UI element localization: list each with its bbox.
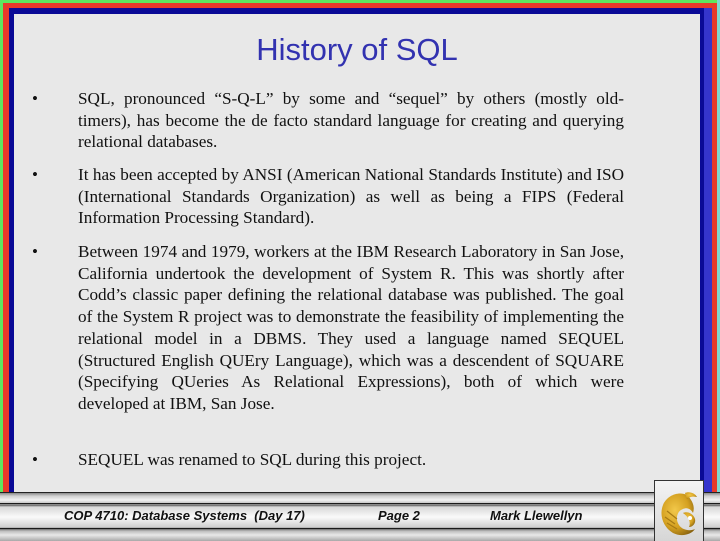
frame-border-navy-left <box>9 8 14 492</box>
frame-border-navy-top <box>9 8 702 14</box>
bullet-icon: • <box>32 165 38 184</box>
footer-course-label: COP 4710: Database Systems (Day 17) <box>64 508 305 523</box>
bullet-text: Between 1974 and 1979, workers at the IB… <box>78 242 624 413</box>
footer-divider <box>0 528 720 529</box>
bullet-icon: • <box>32 89 38 108</box>
logo-box <box>654 480 704 541</box>
footer-author: Mark Llewellyn <box>490 508 583 523</box>
footer-page-number: Page 2 <box>378 508 420 523</box>
ucf-pegasus-logo-icon <box>661 492 697 536</box>
slide-title: History of SQL <box>256 32 458 67</box>
frame-border-blue-right <box>704 8 712 492</box>
bullet-icon: • <box>32 450 38 469</box>
bullet-text: It has been accepted by ANSI (American N… <box>78 165 624 228</box>
bullet-icon: • <box>32 242 38 261</box>
footer-divider <box>0 503 720 504</box>
bullet-text: SQL, pronounced “S-Q-L” by some and “seq… <box>78 89 624 152</box>
bullet-text: SEQUEL was renamed to SQL during this pr… <box>78 450 427 469</box>
